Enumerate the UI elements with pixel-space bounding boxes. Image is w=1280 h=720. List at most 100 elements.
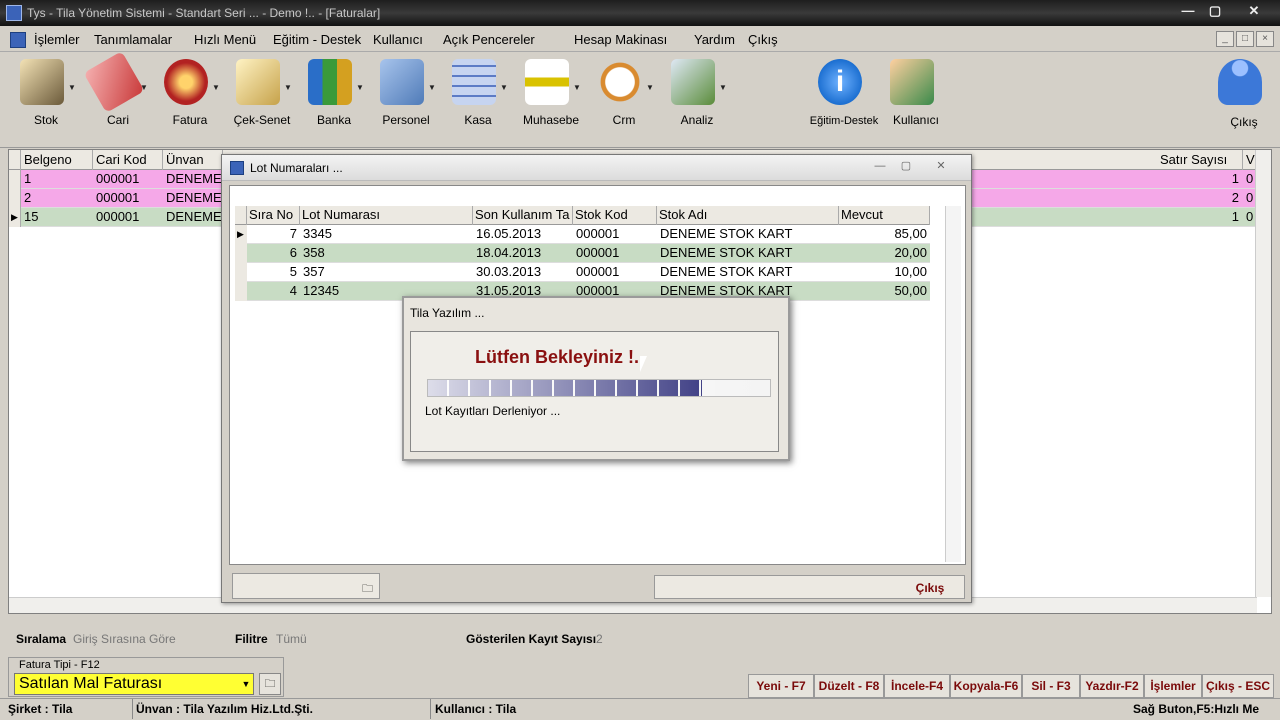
dropdown-arrow-icon[interactable]: ▼ <box>212 83 220 92</box>
toolbar-fatura-button[interactable]: ▼ Fatura <box>150 57 230 129</box>
lot-grid-scrollbar[interactable] <box>945 206 961 562</box>
menu-hizli-menu[interactable]: Hızlı Menü <box>194 32 256 47</box>
col-sira-no[interactable]: Sıra No <box>247 206 300 225</box>
dropdown-arrow-icon[interactable]: ▼ <box>140 83 148 92</box>
dropdown-arrow-icon[interactable]: ▼ <box>356 83 364 92</box>
dropdown-arrow-icon[interactable]: ▼ <box>500 83 508 92</box>
col-son-kullanim[interactable]: Son Kullanım Ta <box>473 206 573 225</box>
dropdown-arrow-icon[interactable]: ▼ <box>284 83 292 92</box>
main-toolbar: ▼ Stok ▼ Cari ▼ Fatura ▼ Çek-Senet ▼ Ban… <box>0 51 1280 148</box>
fatura-tipi-select[interactable]: Satılan Mal Faturası ▼ <box>14 673 254 695</box>
dropdown-arrow-icon[interactable]: ▼ <box>428 83 436 92</box>
folder-icon[interactable]: 🗀 <box>362 580 373 599</box>
toolbar-egitim-destek-label: Eğitim-Destek <box>809 115 879 127</box>
menu-acik-pencereler[interactable]: Açık Pencereler <box>443 32 535 47</box>
mdi-close-button[interactable]: × <box>1256 31 1274 47</box>
toolbar-personel-label: Personel <box>382 113 430 127</box>
menu-tanimlamalar[interactable]: Tanımlamalar <box>94 32 172 47</box>
grid-vertical-scrollbar[interactable] <box>1255 150 1271 597</box>
toolbar-egitim-destek-button[interactable]: i Eğitim-Destek <box>804 57 884 129</box>
kopyala-button[interactable]: Kopyala-F6 <box>950 674 1022 698</box>
incele-button[interactable]: İncele-F4 <box>884 674 950 698</box>
dialog-app-icon <box>230 161 244 175</box>
chevron-down-icon[interactable]: ▼ <box>239 674 253 694</box>
status-separator <box>132 699 133 719</box>
toolbar-cikis-button[interactable]: Çıkış <box>1204 57 1280 129</box>
dialog-maximize-button[interactable]: ▢ <box>891 157 921 175</box>
cell-stok-adi: DENEME STOK KART <box>660 245 793 260</box>
yeni-button[interactable]: Yeni - F7 <box>748 674 814 698</box>
col-belgeno[interactable]: Belgeno <box>21 150 93 170</box>
cell-stok-kod: 000001 <box>576 245 620 260</box>
islemler-button[interactable]: İşlemler <box>1144 674 1202 698</box>
col-cari-kod[interactable]: Cari Kod <box>93 150 163 170</box>
lot-row[interactable]: 5 357 30.03.2013 000001 DENEME STOK KART… <box>235 263 930 282</box>
toolbar-muhasebe-button[interactable]: ▼ Muhasebe <box>511 57 591 129</box>
toolbar-cikis-label: Çıkış <box>1230 115 1258 129</box>
maximize-button[interactable]: ▢ <box>1200 2 1230 20</box>
toolbar-cari-button[interactable]: ▼ Cari <box>78 51 158 129</box>
close-button[interactable]: ✕ <box>1237 2 1271 20</box>
col-stok-kod[interactable]: Stok Kod <box>573 206 657 225</box>
cell-lot-numarasi: 3345 <box>303 226 332 241</box>
minimize-button[interactable]: — <box>1173 2 1203 20</box>
lot-grid-header: Sıra No Lot Numarası Son Kullanım Ta Sto… <box>235 206 930 225</box>
cell-sira-no: 4 <box>289 283 297 298</box>
toolbar-kasa-button[interactable]: ▼ Kasa <box>438 57 518 129</box>
lot-dialog-title-bar: Lot Numaraları ... — ▢ ✕ <box>222 155 971 181</box>
toolbar-kullanici-button[interactable]: Kullanıcı <box>876 57 956 129</box>
mdi-minimize-button[interactable]: _ <box>1216 31 1234 47</box>
toolbar-banka-button[interactable]: ▼ Banka <box>294 57 374 129</box>
mdi-restore-button[interactable]: □ <box>1236 31 1254 47</box>
menu-bar: İşlemler Tanımlamalar Hızlı Menü Eğitim … <box>0 28 1280 52</box>
dialog-close-button[interactable]: ✕ <box>926 157 956 175</box>
lot-row[interactable]: 6 358 18.04.2013 000001 DENEME STOK KART… <box>235 244 930 263</box>
lot-footer-right-panel: Çıkış <box>654 575 965 599</box>
lot-row-selected[interactable]: ▶ 7 3345 16.05.2013 000001 DENEME STOK K… <box>235 225 930 244</box>
wait-message: Lütfen Bekleyiniz !.. <box>475 347 645 367</box>
toolbar-crm-button[interactable]: ▼ Crm <box>584 57 664 129</box>
siralama-value[interactable]: Giriş Sırasına Göre <box>73 632 176 646</box>
lot-row-indicator-header <box>235 206 247 225</box>
mdi-app-icon[interactable] <box>10 32 26 48</box>
col-mevcut[interactable]: Mevcut <box>839 206 930 225</box>
filitre-value[interactable]: Tümü <box>276 632 307 646</box>
users-icon <box>890 59 934 105</box>
menu-kullanici[interactable]: Kullanıcı <box>373 32 423 47</box>
dropdown-arrow-icon[interactable]: ▼ <box>646 83 654 92</box>
toolbar-stok-button[interactable]: ▼ Stok <box>6 57 86 129</box>
sil-button[interactable]: Sil - F3 <box>1022 674 1080 698</box>
yazdir-button[interactable]: Yazdır-F2 <box>1080 674 1144 698</box>
cell-mevcut: 50,00 <box>894 283 927 298</box>
col-stok-adi[interactable]: Stok Adı <box>657 206 839 225</box>
cell-sira-no: 7 <box>289 226 297 241</box>
menu-hesap-makinasi[interactable]: Hesap Makinası <box>574 32 667 47</box>
col-lot-numarasi[interactable]: Lot Numarası <box>300 206 473 225</box>
menu-cikis[interactable]: Çıkış <box>748 32 778 47</box>
toolbar-cek-senet-button[interactable]: ▼ Çek-Senet <box>222 57 302 129</box>
folder-icon[interactable]: 🗀 <box>259 673 281 695</box>
lot-cikis-button[interactable]: Çıkış <box>900 579 960 597</box>
cell-cari-kod: 000001 <box>96 209 140 224</box>
cell-unvan: DENEME <box>166 190 222 205</box>
toolbar-muhasebe-label: Muhasebe <box>522 113 580 127</box>
col-satir-sayisi[interactable]: Satır Sayısı <box>1157 150 1243 170</box>
invoice-box-icon <box>164 59 208 105</box>
cell-sira-no: 5 <box>289 264 297 279</box>
toolbar-personel-button[interactable]: ▼ Personel <box>366 57 446 129</box>
toolbar-analiz-button[interactable]: ▼ Analiz <box>657 57 737 129</box>
dropdown-arrow-icon[interactable]: ▼ <box>573 83 581 92</box>
menu-islemler[interactable]: İşlemler <box>34 32 80 47</box>
col-unvan[interactable]: Ünvan <box>163 150 223 170</box>
row-indicator-header <box>9 150 21 170</box>
menu-yardim[interactable]: Yardım <box>694 32 735 47</box>
window-title: Tys - Tila Yönetim Sistemi - Standart Se… <box>27 6 381 20</box>
duzelt-button[interactable]: Düzelt - F8 <box>814 674 884 698</box>
toolbar-cari-label: Cari <box>106 113 129 127</box>
cell-belgeno: 2 <box>24 190 32 205</box>
menu-egitim-destek[interactable]: Eğitim - Destek <box>273 32 361 47</box>
dropdown-arrow-icon[interactable]: ▼ <box>68 83 76 92</box>
dropdown-arrow-icon[interactable]: ▼ <box>719 83 727 92</box>
cikis-esc-button[interactable]: Çıkış - ESC <box>1202 674 1274 698</box>
pencil-notebook-icon <box>20 59 64 105</box>
